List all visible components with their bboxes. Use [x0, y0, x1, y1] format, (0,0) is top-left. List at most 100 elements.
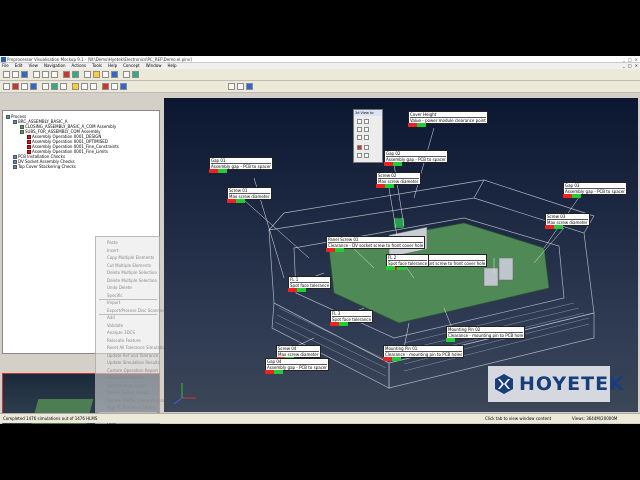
context-menu-item[interactable]: Relocate Feature	[107, 338, 141, 343]
step-back-icon[interactable]	[357, 153, 362, 158]
zoom-in-icon[interactable]	[357, 119, 362, 124]
main-toolbar	[0, 69, 640, 81]
view-toolbox[interactable]: 3d View to	[353, 109, 383, 163]
hoyetek-logo-mark	[495, 374, 513, 394]
status-fail-indicator	[563, 194, 572, 198]
hoyetek-logo: HOYETEK	[488, 366, 624, 402]
logo-text: HOYETEK	[519, 373, 625, 395]
new-icon[interactable]	[3, 71, 10, 78]
screen: Preprocessor Visualisation Mockup 9.1 - …	[0, 0, 640, 480]
wireframe-icon[interactable]	[90, 83, 97, 90]
status-pass-indicator	[393, 162, 402, 166]
view-iso-icon[interactable]	[246, 83, 253, 90]
context-menu-item[interactable]: Specific	[107, 293, 123, 298]
tree-node[interactable]: Top Cover Stackering Checks	[13, 164, 76, 169]
tree-node-icon	[20, 129, 24, 134]
stop-icon[interactable]	[102, 83, 109, 90]
context-menu-item[interactable]: Copy Multiple Elements	[107, 255, 154, 260]
context-menu-item[interactable]: Analyze 3DCS	[107, 330, 135, 335]
maximize-button[interactable]: □	[628, 57, 632, 62]
constraint-icon[interactable]	[30, 83, 37, 90]
undo-icon[interactable]	[63, 71, 70, 78]
window-controls: _ □ ×	[623, 57, 638, 62]
context-menu-item[interactable]: Export/Process Disc Scanning	[107, 308, 166, 313]
rotate-icon[interactable]	[102, 71, 109, 78]
status-pass-indicator	[335, 248, 344, 252]
status-views: Views: 3644M/20000M	[572, 416, 618, 421]
record-icon[interactable]	[357, 145, 362, 150]
status-pass-indicator	[385, 184, 394, 188]
context-menu-item[interactable]: Insert	[107, 248, 118, 253]
render-icon[interactable]	[81, 83, 88, 90]
context-menu-item[interactable]: Update Simulation Results	[107, 360, 160, 365]
tree-node-icon	[6, 114, 10, 119]
pan-view-icon[interactable]	[364, 127, 369, 132]
status-pass-indicator	[339, 322, 348, 326]
status-fail-indicator	[545, 225, 554, 229]
zoom-out-icon[interactable]	[364, 119, 369, 124]
context-menu-item[interactable]: Paste	[107, 240, 118, 245]
context-menu-item[interactable]: Undo Delete	[107, 285, 132, 290]
save-icon[interactable]	[21, 71, 28, 78]
minimize-button[interactable]: _	[623, 57, 625, 62]
status-fail-indicator	[265, 370, 274, 374]
context-menu-item[interactable]: Update Profile Tolerance Icons	[107, 398, 167, 403]
zoom-icon[interactable]	[84, 71, 91, 78]
status-simulation-count: Completed 1476 simulations out of 1476 H…	[3, 416, 98, 421]
status-bar: Completed 1476 simulations out of 1476 H…	[0, 413, 640, 423]
report-icon[interactable]	[60, 83, 67, 90]
lock-icon[interactable]	[111, 83, 118, 90]
info-icon[interactable]	[120, 83, 127, 90]
copy-icon[interactable]	[42, 71, 49, 78]
app-icon	[1, 57, 6, 62]
close-button[interactable]: ×	[635, 57, 638, 62]
context-menu-item[interactable]: Update Issue Issues	[107, 383, 147, 388]
status-fail-indicator	[227, 199, 236, 203]
feature-icon[interactable]	[42, 83, 49, 90]
highlight-icon[interactable]	[72, 83, 79, 90]
view-top-icon[interactable]	[237, 83, 244, 90]
context-menu-item[interactable]: Simulation Report	[107, 375, 143, 380]
status-fail-indicator	[209, 169, 218, 173]
tree-node-icon	[27, 139, 31, 144]
simulate-icon[interactable]	[51, 83, 58, 90]
fit-all-icon[interactable]	[93, 71, 100, 78]
pan-icon[interactable]	[111, 71, 118, 78]
tree-node-icon	[13, 119, 17, 124]
cut-icon[interactable]	[33, 71, 40, 78]
context-menu-item[interactable]: Delete Multiple Selection	[107, 278, 157, 283]
paste-icon[interactable]	[51, 71, 58, 78]
tolerance-callout[interactable]: Mounting Pin 02 Clearance - mounting pin …	[446, 326, 526, 339]
status-fail-indicator	[288, 288, 297, 292]
step-forward-icon[interactable]	[364, 153, 369, 158]
context-menu-item[interactable]: Delete Multiple Selection	[107, 270, 157, 275]
context-menu-item[interactable]: Delete Tested Results	[107, 390, 150, 395]
view-front-icon[interactable]	[228, 83, 235, 90]
tree-node-icon	[27, 134, 31, 139]
context-menu-item[interactable]: Update Ref and Tolerance	[107, 353, 158, 358]
status-pass-indicator	[417, 123, 426, 127]
tolerance-icon[interactable]	[12, 83, 19, 90]
measure-icon[interactable]	[123, 71, 130, 78]
reset-view-icon[interactable]	[364, 135, 369, 140]
section-icon[interactable]	[132, 71, 139, 78]
tree-node-icon	[27, 144, 31, 149]
context-menu-item[interactable]: Validate	[107, 323, 123, 328]
rotate-view-icon[interactable]	[357, 127, 362, 132]
context-menu-item[interactable]: Map To Tolerance Library	[107, 405, 157, 410]
view-toolbox-title: 3d View to	[354, 110, 382, 116]
context-menu-item[interactable]: Import	[107, 300, 120, 305]
status-fail-indicator	[330, 322, 339, 326]
status-pass-indicator	[392, 357, 401, 361]
callout-text: Clearance - mounting pin to PCB hole	[448, 333, 524, 338]
context-menu-item[interactable]: Custom Operation Report	[107, 368, 158, 373]
status-pass-indicator	[446, 338, 455, 342]
open-icon[interactable]	[12, 71, 19, 78]
play-icon[interactable]	[364, 145, 369, 150]
context-menu-item[interactable]: Add	[107, 315, 115, 320]
redo-icon[interactable]	[72, 71, 79, 78]
context-menu-item[interactable]: Cut Multiple Elements	[107, 263, 151, 268]
select-icon[interactable]	[3, 83, 10, 90]
fit-view-icon[interactable]	[357, 135, 362, 140]
move-icon[interactable]	[21, 83, 28, 90]
